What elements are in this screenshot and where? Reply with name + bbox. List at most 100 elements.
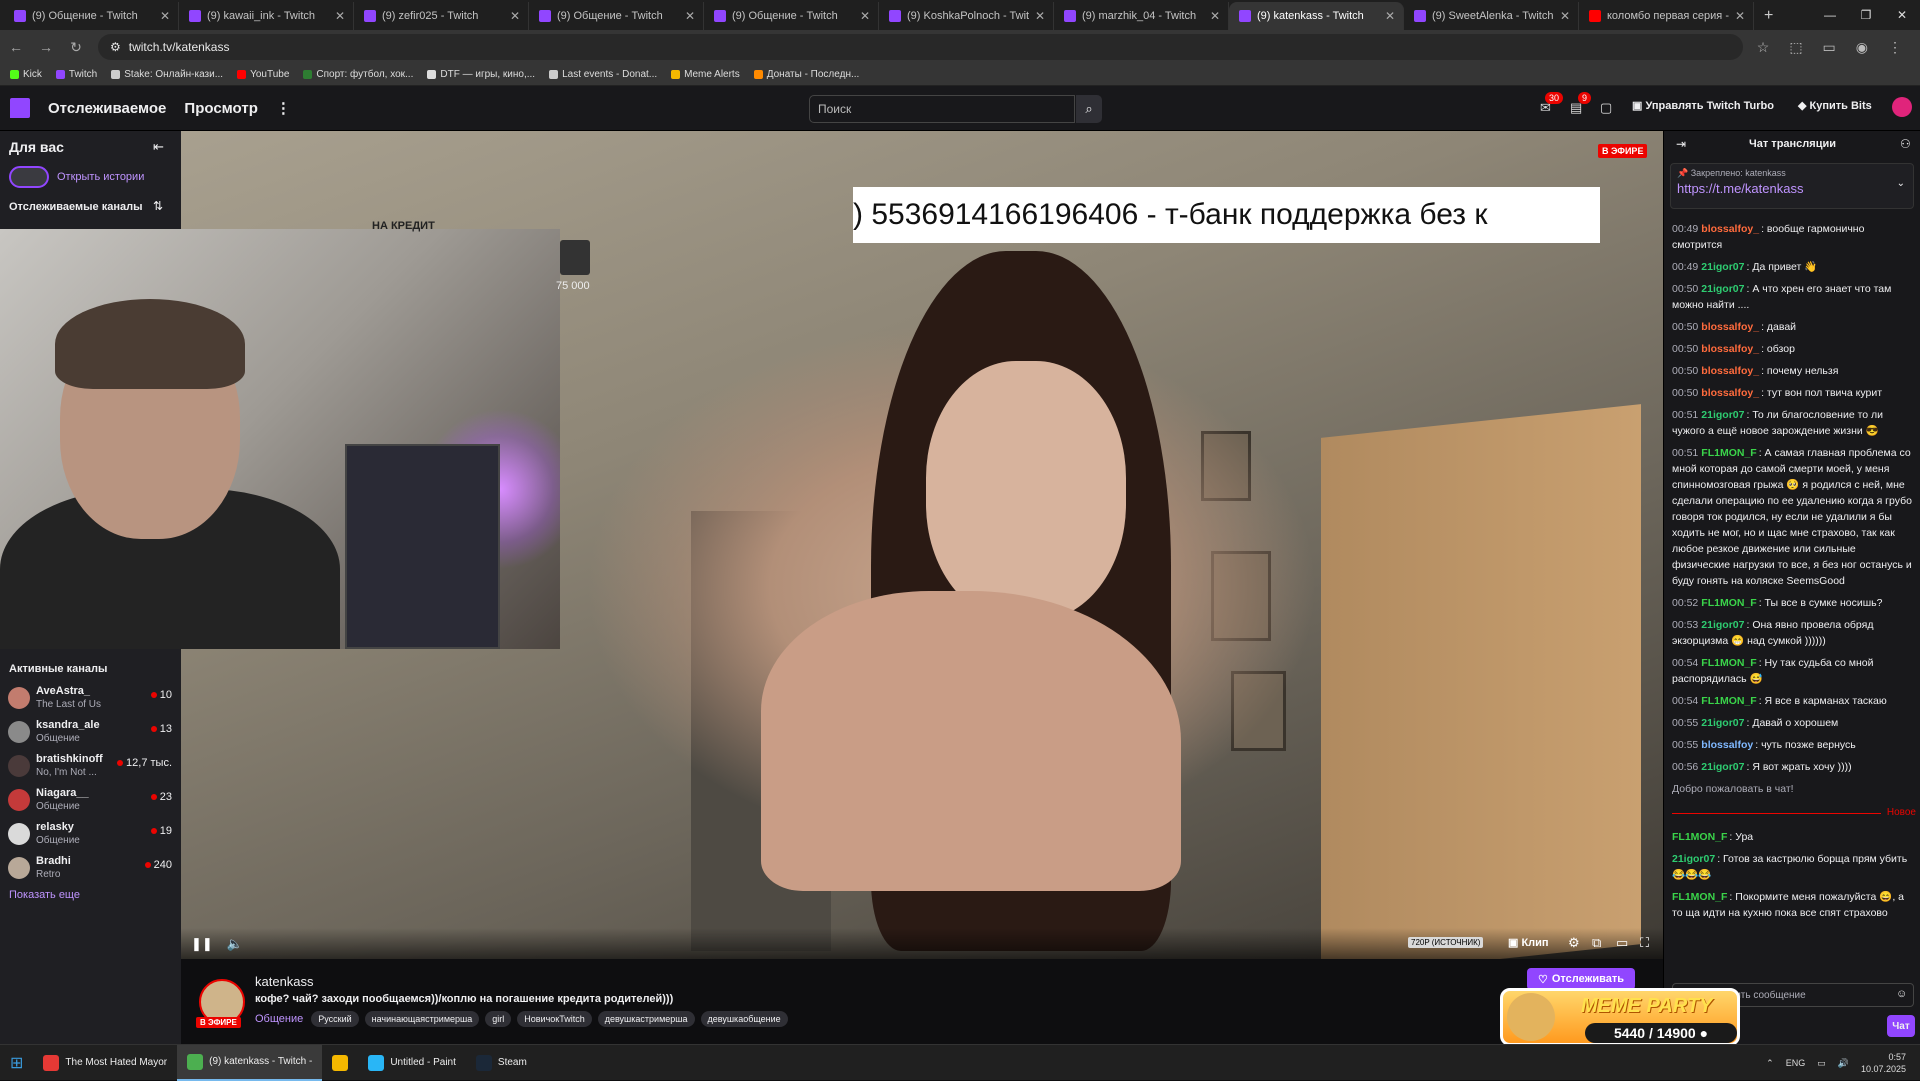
message-user[interactable]: FL1MON_F	[1672, 831, 1727, 843]
stream-tag[interactable]: НовичокTwitch	[517, 1011, 592, 1027]
bookmark-item[interactable]: Meme Alerts	[671, 69, 740, 80]
message-user[interactable]: 21igor07	[1701, 283, 1744, 295]
tab-close-icon[interactable]: ✕	[160, 9, 170, 23]
language-indicator[interactable]: ENG	[1786, 1058, 1806, 1068]
message-user[interactable]: 21igor07	[1701, 409, 1744, 421]
tab-close-icon[interactable]: ✕	[510, 9, 520, 23]
sidebar-channel[interactable]: relasky Общение 19	[8, 817, 180, 851]
collapse-sidebar-icon[interactable]: ⇤	[153, 139, 164, 155]
buy-bits-button[interactable]: ◆ Купить Bits	[1798, 99, 1872, 112]
search-input[interactable]: Поиск	[809, 95, 1075, 123]
browser-tab[interactable]: (9) zefir025 - Twitch ✕	[354, 2, 529, 30]
tray-chevron-icon[interactable]: ⌃	[1766, 1058, 1774, 1069]
close-icon[interactable]: ✕	[1884, 0, 1920, 30]
bookmark-item[interactable]: Донаты - Последн...	[753, 69, 859, 80]
pinned-message[interactable]: 📌 Закреплено: katenkass https://t.me/kat…	[1670, 163, 1914, 209]
message-user[interactable]: blossalfoy_	[1701, 321, 1759, 333]
quality-badge[interactable]: 720P (ИСТОЧНИК)	[1408, 937, 1484, 948]
settings-icon[interactable]: ⚙	[1568, 935, 1580, 951]
sidebar-channel[interactable]: Niagara__ Общение 23	[8, 783, 180, 817]
sort-icon[interactable]: ⇅	[153, 199, 163, 213]
emote-icon[interactable]: ☺	[1896, 988, 1907, 1000]
message-user[interactable]: blossalfoy_	[1701, 223, 1759, 235]
sidepanel-icon[interactable]: ▭	[1823, 39, 1836, 56]
sidebar-channel[interactable]: AveAstra_ The Last of Us 10	[8, 681, 180, 715]
volume-muted-icon[interactable]: 🔈	[227, 936, 243, 952]
tab-close-icon[interactable]: ✕	[1385, 9, 1395, 23]
chevron-down-icon[interactable]: ⌄	[1897, 178, 1905, 189]
streamer-name[interactable]: katenkass	[255, 974, 314, 989]
bookmark-item[interactable]: DTF — игры, кино,...	[427, 69, 535, 80]
profile-icon[interactable]: ◉	[1856, 39, 1868, 56]
follow-button[interactable]: ♡ Отслеживать	[1527, 968, 1635, 990]
tab-close-icon[interactable]: ✕	[1560, 9, 1570, 23]
browser-tab[interactable]: (9) Общение - Twitch ✕	[704, 2, 879, 30]
sidebar-channel[interactable]: ksandra_ale Общение 13	[8, 715, 180, 749]
sidebar-channel[interactable]: bratishkinoff No, I'm Not ... 12,7 тыс.	[8, 749, 180, 783]
taskbar-app[interactable]: (9) katenkass - Twitch -	[177, 1044, 323, 1081]
clip-button[interactable]: ▣ Клип	[1508, 936, 1549, 949]
bookmark-item[interactable]: Stake: Онлайн-кази...	[111, 69, 223, 80]
stream-tag[interactable]: Русский	[311, 1011, 359, 1027]
miniplayer-icon[interactable]: ⧉	[1592, 935, 1601, 951]
stream-category[interactable]: Общение	[255, 1013, 303, 1025]
tab-close-icon[interactable]: ✕	[1735, 9, 1745, 23]
message-user[interactable]: FL1MON_F	[1701, 657, 1756, 669]
new-tab-icon[interactable]: +	[1754, 2, 1783, 30]
users-icon[interactable]: ⚇	[1900, 137, 1911, 151]
message-user[interactable]: blossalfoy	[1701, 739, 1753, 751]
network-icon[interactable]: ▭	[1817, 1058, 1826, 1069]
back-icon[interactable]: ←	[8, 39, 24, 55]
message-user[interactable]: 21igor07	[1701, 717, 1744, 729]
taskbar-app[interactable]: The Most Hated Mayor	[33, 1045, 177, 1081]
site-info-icon[interactable]: ⚙	[110, 40, 121, 54]
bookmark-item[interactable]: Last events - Donat...	[549, 69, 657, 80]
browser-tab[interactable]: (9) SweetAlenka - Twitch ✕	[1404, 2, 1579, 30]
bookmark-item[interactable]: Twitch	[55, 69, 97, 80]
user-avatar[interactable]	[1892, 97, 1912, 117]
url-field[interactable]: ⚙ twitch.tv/katenkass	[98, 34, 1743, 60]
show-more-link[interactable]: Показать еще	[9, 889, 80, 901]
bookmark-item[interactable]: YouTube	[237, 69, 289, 80]
clock[interactable]: 0:57 10.07.2025	[1861, 1051, 1906, 1075]
taskbar-app[interactable]	[322, 1045, 358, 1081]
extensions-icon[interactable]: ⬚	[1789, 39, 1802, 56]
stream-tag[interactable]: девушкастримерша	[597, 1011, 695, 1027]
start-button[interactable]: ⊞	[0, 1045, 33, 1081]
message-user[interactable]: FL1MON_F	[1701, 447, 1756, 459]
browser-tab[interactable]: (9) Общение - Twitch ✕	[4, 2, 179, 30]
twitch-logo-icon[interactable]	[10, 98, 30, 118]
tab-close-icon[interactable]: ✕	[685, 9, 695, 23]
message-user[interactable]: 21igor07	[1701, 261, 1744, 273]
stream-tag[interactable]: начинающаястримерша	[364, 1011, 480, 1027]
browser-tab[interactable]: (9) Общение - Twitch ✕	[529, 2, 704, 30]
pinned-link[interactable]: https://t.me/katenkass	[1677, 181, 1907, 196]
search-button[interactable]: ⌕	[1076, 95, 1102, 123]
taskbar-app[interactable]: Untitled - Paint	[358, 1045, 466, 1081]
stream-tag[interactable]: девушкаобщение	[700, 1011, 788, 1027]
volume-icon[interactable]: 🔊	[1838, 1058, 1849, 1069]
stream-tag[interactable]: girl	[485, 1011, 512, 1027]
tab-close-icon[interactable]: ✕	[1035, 9, 1045, 23]
browser-tab[interactable]: (9) katenkass - Twitch ✕	[1229, 2, 1404, 30]
open-stories-link[interactable]: Открыть истории	[57, 171, 144, 183]
tab-close-icon[interactable]: ✕	[335, 9, 345, 23]
forward-icon[interactable]: →	[38, 39, 54, 55]
message-user[interactable]: FL1MON_F	[1701, 597, 1756, 609]
whispers-icon[interactable]: ▢	[1600, 100, 1612, 116]
theatre-icon[interactable]: ▭	[1616, 935, 1628, 951]
bookmark-item[interactable]: Спорт: футбол, хок...	[303, 69, 413, 80]
browser-tab[interactable]: (9) KoshkaPolnoch - Twitch ✕	[879, 2, 1054, 30]
bookmark-item[interactable]: Kick	[10, 69, 42, 80]
nav-browse[interactable]: Просмотр	[184, 100, 257, 117]
message-user[interactable]: blossalfoy_	[1701, 343, 1759, 355]
minimize-icon[interactable]: —	[1812, 0, 1848, 30]
message-user[interactable]: FL1MON_F	[1672, 891, 1727, 903]
browser-tab[interactable]: коломбо первая серия - You ✕	[1579, 2, 1754, 30]
reload-icon[interactable]: ↻	[68, 39, 84, 56]
turbo-button[interactable]: ▣ Управлять Twitch Turbo	[1632, 99, 1774, 112]
taskbar-app[interactable]: Steam	[466, 1045, 537, 1081]
menu-dots-icon[interactable]: ⋮	[1888, 39, 1902, 56]
message-user[interactable]: 21igor07	[1672, 853, 1715, 865]
stories-avatar[interactable]	[9, 166, 49, 188]
